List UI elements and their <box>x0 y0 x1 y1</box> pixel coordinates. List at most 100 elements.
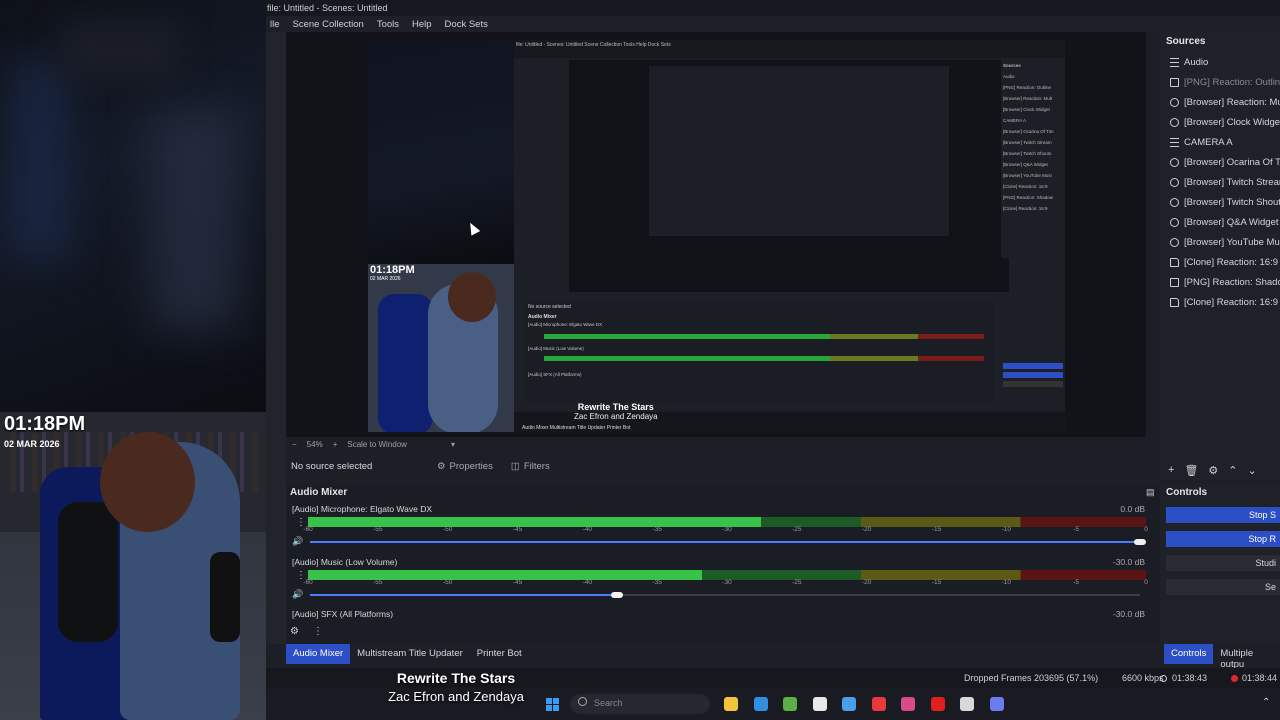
menu-tools[interactable]: Tools <box>373 19 408 30</box>
source-item[interactable]: [Browser] YouTube Musi <box>1170 234 1280 250</box>
controls-title: Controls <box>1166 487 1208 498</box>
image-icon <box>1170 77 1179 87</box>
source-item[interactable]: [PNG] Reaction: Shadow <box>1170 274 1280 290</box>
scale-tick: -20 <box>861 579 872 586</box>
source-item[interactable]: [Browser] Twitch Stream <box>1170 174 1280 190</box>
scale-tick: -10 <box>1001 526 1012 533</box>
channel-menu-icon[interactable]: ⋮ <box>296 517 306 528</box>
zoom-in-button[interactable]: + <box>333 440 338 449</box>
scale-tick: -30 <box>722 579 732 586</box>
youtube-music-icon[interactable] <box>871 697 886 711</box>
list-icon <box>1170 137 1179 147</box>
gear-icon: ⚙ <box>437 460 446 472</box>
properties-button[interactable]: ⚙ Properties <box>431 459 499 474</box>
image-icon <box>1170 277 1179 287</box>
clock-time: 01:18PM <box>4 413 86 435</box>
menu-file[interactable]: lle <box>266 19 289 30</box>
nested-obs-window: file: Untitled - Scenes: Untitled Scene … <box>514 40 1065 432</box>
scale-tick: -10 <box>1001 579 1012 586</box>
source-item[interactable]: [Browser] Clock Widget ( <box>1170 114 1280 130</box>
now-playing-title: Rewrite The Stars <box>396 670 516 686</box>
file-explorer-icon[interactable] <box>724 697 738 711</box>
chevron-up-icon[interactable]: ⌃ <box>1262 697 1270 708</box>
scale-tick: -15 <box>931 579 942 586</box>
source-label: [Browser] Twitch Stream <box>1184 176 1280 188</box>
scale-tick: -45 <box>512 526 523 533</box>
control-button[interactable]: Studi <box>1166 555 1280 571</box>
window-title: file: Untitled - Scenes: Untitled <box>266 0 1280 16</box>
scale-tick: -40 <box>582 579 593 586</box>
source-item[interactable]: [Browser] Ocarina Of Tim <box>1170 154 1280 170</box>
zoom-out-button[interactable]: − <box>292 440 297 449</box>
dock-tab[interactable]: Printer Bot <box>470 644 529 664</box>
remove-source-icon[interactable]: 🗑 <box>1184 464 1198 477</box>
source-item[interactable]: [Browser] Q&A Widget <box>1170 214 1279 230</box>
globe-icon <box>1170 97 1179 107</box>
volume-slider-knob[interactable] <box>611 592 624 598</box>
chrome-icon[interactable] <box>842 697 856 711</box>
menu-help[interactable]: Help <box>408 19 441 30</box>
control-button[interactable]: Se <box>1166 579 1280 595</box>
volume-slider-fill <box>310 541 1140 543</box>
sources-title: Sources <box>1166 36 1206 47</box>
source-item[interactable]: CAMERA A <box>1170 134 1233 150</box>
green-app-icon[interactable] <box>783 697 797 711</box>
source-item[interactable]: [Browser] Twitch Shouto <box>1170 194 1280 210</box>
scale-tick: -15 <box>931 526 942 533</box>
undock-icon[interactable]: ▤ <box>1146 487 1155 498</box>
mixer-menu-icon[interactable]: ⋮ <box>313 626 323 637</box>
dock-tab[interactable]: Multiple outpu <box>1213 644 1280 670</box>
chrome-profile-icon[interactable] <box>901 697 915 711</box>
scale-mode-select[interactable]: Scale to Window <box>347 440 407 449</box>
move-down-icon[interactable]: ⌄ <box>1248 464 1257 477</box>
source-label: [Clone] Reaction: 16:9 (B <box>1184 296 1280 308</box>
scale-tick: -20 <box>861 526 872 533</box>
globe-icon <box>1170 197 1179 207</box>
scale-tick: -50 <box>442 526 453 533</box>
notion-icon[interactable] <box>812 697 827 711</box>
dock-tab[interactable]: Controls <box>1164 644 1214 664</box>
move-up-icon[interactable]: ⌃ <box>1228 464 1237 477</box>
preview-toolbar: − 54% + Scale to Window ▾ <box>286 437 1146 451</box>
scale-tick: 0 <box>1144 579 1148 586</box>
speaker-icon[interactable]: 🔊 <box>292 589 303 600</box>
add-source-icon[interactable]: + <box>1168 464 1174 476</box>
scale-tick: -55 <box>373 526 383 533</box>
source-item[interactable]: Audio <box>1170 54 1208 70</box>
nested-mixer: No source selected Audio Mixer [Audio] M… <box>524 302 994 402</box>
source-item[interactable]: [Browser] Reaction: Mult <box>1170 94 1280 110</box>
source-item[interactable]: [Clone] Reaction: 16:9 <box>1170 254 1278 270</box>
chevron-down-icon[interactable]: ▾ <box>451 440 455 449</box>
youtube-icon[interactable] <box>930 697 945 711</box>
dock-tab[interactable]: Audio Mixer <box>286 644 351 664</box>
channel-menu-icon[interactable]: ⋮ <box>296 570 306 581</box>
scale-tick: -30 <box>722 526 732 533</box>
menu-dock-sets[interactable]: Dock Sets <box>441 19 497 30</box>
scenes-collapsed-strip[interactable] <box>266 32 286 644</box>
dock-tabs-right: Controls Multiple outpu <box>1164 644 1280 670</box>
vscode-icon[interactable] <box>753 697 768 711</box>
volume-slider-knob[interactable] <box>1134 539 1146 545</box>
source-item[interactable]: [PNG] Reaction: Outline <box>1170 74 1280 90</box>
source-item[interactable]: [Clone] Reaction: 16:9 (B <box>1170 294 1280 310</box>
streamer-app-icon[interactable] <box>989 697 1004 711</box>
volume-slider-fill <box>310 594 618 596</box>
now-playing-artist: Zac Efron and Zendaya <box>388 689 524 704</box>
globe-icon <box>1170 117 1179 127</box>
obs-icon[interactable] <box>960 697 974 711</box>
advanced-audio-icon[interactable]: ⚙ <box>290 626 299 637</box>
zoom-level: 54% <box>306 439 323 449</box>
filters-button[interactable]: ◫ Filters <box>505 459 556 474</box>
channel-name: [Audio] Microphone: Elgato Wave DX <box>292 504 433 514</box>
control-button[interactable]: Stop R <box>1166 531 1280 547</box>
control-button[interactable]: Stop S <box>1166 507 1280 523</box>
dock-tab[interactable]: Multistream Title Updater <box>350 644 470 664</box>
program-preview[interactable]: 01:18PM 02 MAR 2026 file: Untitled - Scen… <box>368 40 1065 432</box>
webcam-feed <box>0 412 268 720</box>
source-bar: No source selected ⚙ Properties ◫ Filters <box>286 455 1160 477</box>
source-label: [Browser] Q&A Widget <box>1184 216 1279 228</box>
speaker-icon[interactable]: 🔊 <box>292 536 303 547</box>
gear-icon[interactable]: ⚙ <box>1208 464 1218 477</box>
stream-icon <box>1160 675 1167 682</box>
menu-scene-collection[interactable]: Scene Collection <box>289 19 373 30</box>
